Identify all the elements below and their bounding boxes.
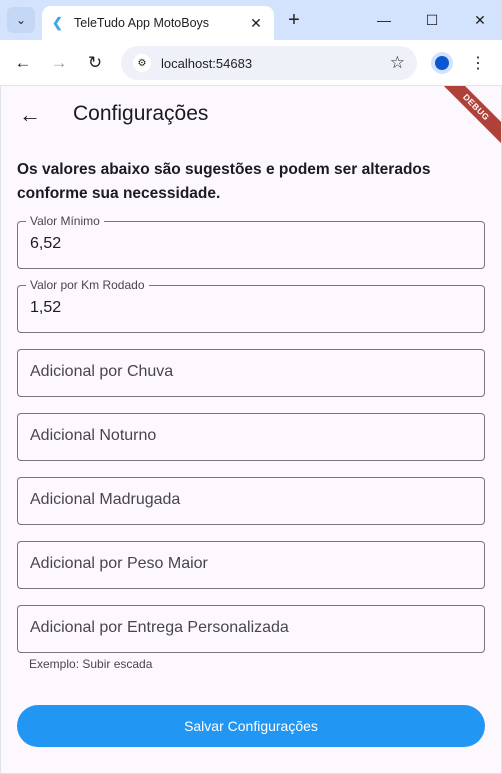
valor-km-label: Valor por Km Rodado	[26, 278, 149, 292]
app-back-arrow-icon[interactable]: ←	[15, 100, 45, 130]
tab-search-chevron-icon[interactable]: ⌄	[7, 7, 35, 33]
adicional-chuva-field[interactable]: Adicional por Chuva	[17, 349, 485, 397]
flutter-favicon-icon: ❮	[52, 15, 63, 30]
new-tab-plus-icon[interactable]: +	[282, 8, 306, 32]
profile-avatar-icon[interactable]	[431, 52, 453, 74]
browser-tab[interactable]: ❮ TeleTudo App MotoBoys ✕	[42, 6, 274, 40]
valor-minimo-label: Valor Mínimo	[26, 214, 104, 228]
valor-km-field[interactable]: Valor por Km Rodado 1,52	[17, 278, 485, 333]
adicional-entrega-helper: Exemplo: Subir escada	[29, 657, 153, 671]
browser-tab-bar: ⌄ ❮ TeleTudo App MotoBoys ✕ + — ☐ ✕	[0, 0, 502, 40]
adicional-noturno-field[interactable]: Adicional Noturno	[17, 413, 485, 461]
minimize-icon[interactable]: —	[372, 8, 396, 32]
adicional-madrugada-placeholder: Adicional Madrugada	[30, 491, 181, 508]
browser-toolbar: ← → ↻ ⚙ localhost:54683 ☆ ⋮	[0, 40, 502, 86]
valor-minimo-field[interactable]: Valor Mínimo 6,52	[17, 214, 485, 269]
intro-text: Os valores abaixo são sugestões e podem …	[17, 161, 431, 202]
profile-person-icon	[435, 56, 449, 70]
adicional-madrugada-field[interactable]: Adicional Madrugada	[17, 477, 485, 525]
valor-minimo-value[interactable]: 6,52	[30, 235, 61, 253]
tab-title: TeleTudo App MotoBoys	[74, 16, 210, 30]
address-bar[interactable]: ⚙ localhost:54683 ☆	[121, 46, 417, 80]
back-arrow-icon[interactable]: ←	[10, 50, 36, 76]
save-settings-button[interactable]: Salvar Configurações	[17, 705, 485, 747]
valor-km-value[interactable]: 1,52	[30, 299, 61, 317]
tab-close-icon[interactable]: ✕	[248, 15, 264, 32]
maximize-icon[interactable]: ☐	[420, 8, 444, 32]
adicional-peso-field[interactable]: Adicional por Peso Maior	[17, 541, 485, 589]
page-title: Configurações	[73, 102, 209, 125]
close-window-icon[interactable]: ✕	[468, 8, 492, 32]
adicional-chuva-placeholder: Adicional por Chuva	[30, 363, 174, 380]
adicional-peso-placeholder: Adicional por Peso Maior	[30, 555, 208, 572]
adicional-entrega-placeholder: Adicional por Entrega Personalizada	[30, 619, 289, 636]
site-info-icon[interactable]: ⚙	[133, 54, 151, 72]
app-viewport: DEBUG ← Configurações Os valores abaixo …	[1, 86, 501, 773]
debug-banner: DEBUG	[431, 86, 501, 152]
adicional-noturno-placeholder: Adicional Noturno	[30, 427, 157, 444]
forward-arrow-icon[interactable]: →	[46, 50, 72, 76]
browser-menu-icon[interactable]: ⋮	[466, 50, 490, 76]
reload-icon[interactable]: ↻	[82, 50, 108, 76]
url-text[interactable]: localhost:54683	[161, 56, 390, 71]
bookmark-star-icon[interactable]: ☆	[390, 53, 405, 73]
adicional-entrega-field[interactable]: Adicional por Entrega Personalizada	[17, 605, 485, 653]
